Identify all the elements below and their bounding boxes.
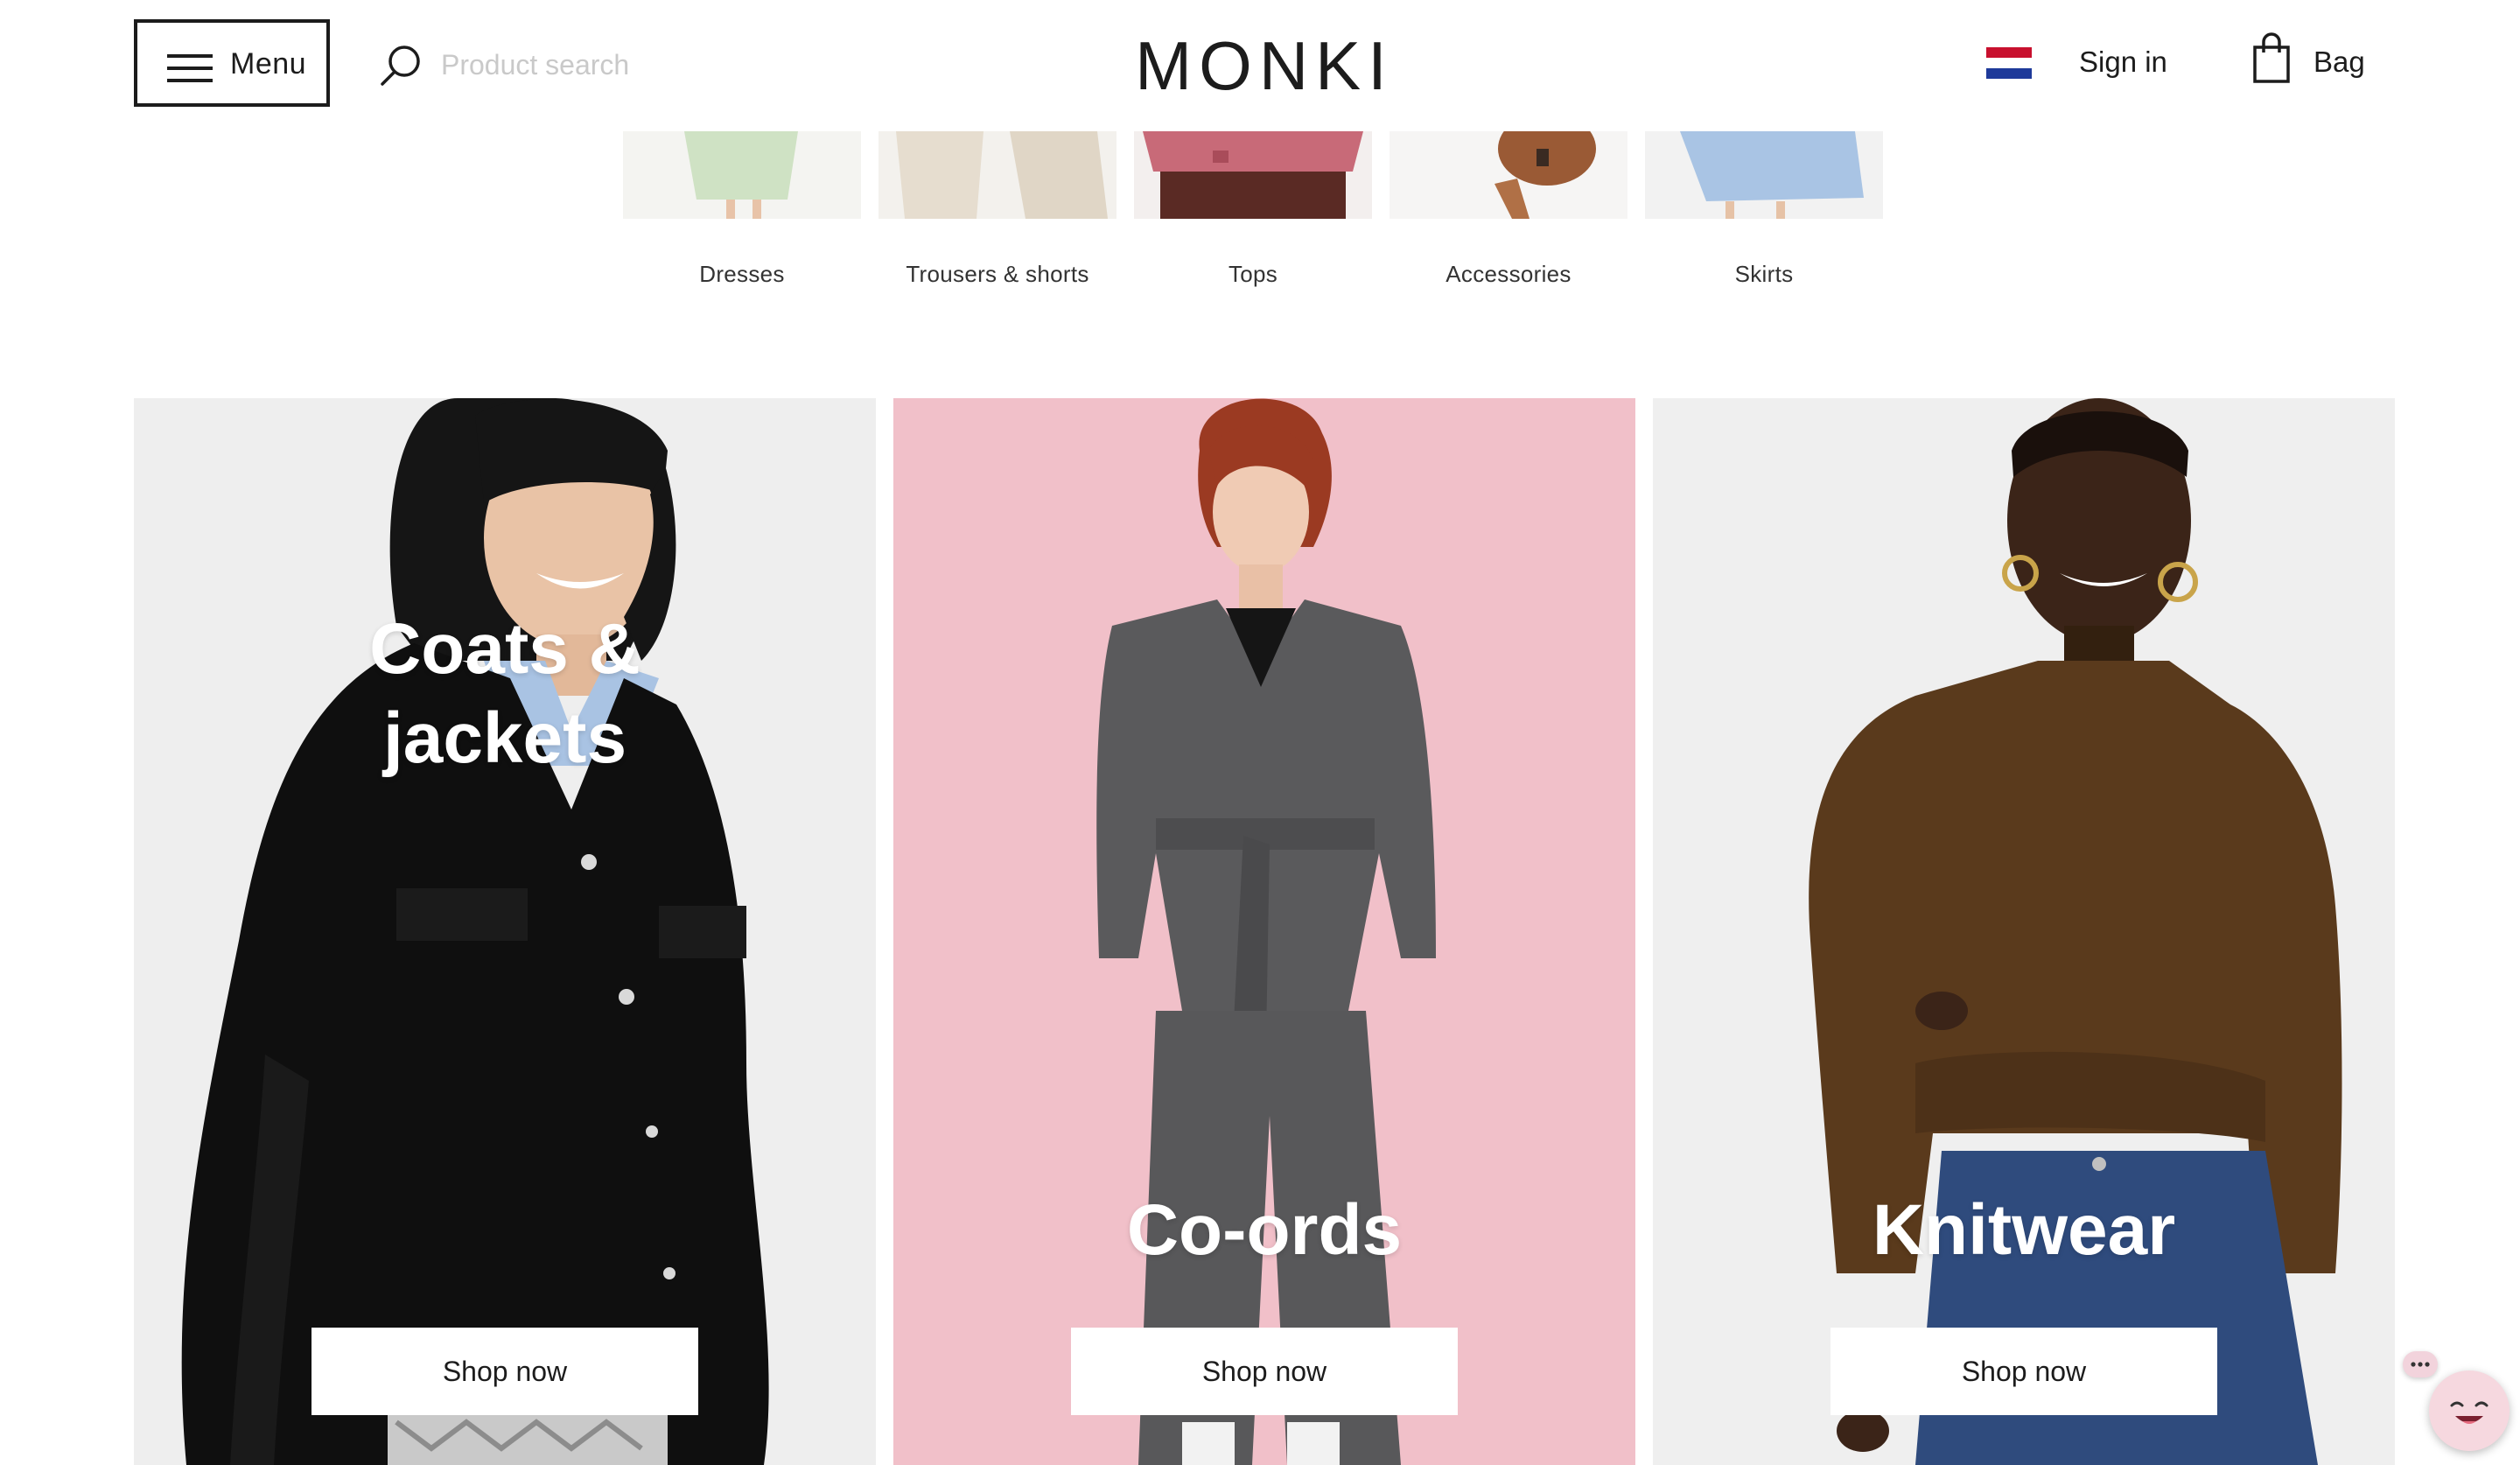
sign-in-link[interactable]: Sign in: [2079, 46, 2167, 79]
country-flag-icon[interactable]: [1986, 47, 2032, 79]
shop-now-button[interactable]: Shop now: [1830, 1328, 2217, 1415]
site-header: Menu MONKI Sign in Bag: [0, 0, 2520, 131]
tile-title-line1: Coats &: [369, 609, 640, 689]
category-image: [878, 131, 1116, 219]
category-image: [1645, 131, 1883, 219]
tile-title-line2: Co-ords: [1126, 1190, 1403, 1270]
category-trousers-shorts[interactable]: Trousers & shorts: [878, 131, 1116, 287]
hamburger-icon: [167, 54, 213, 82]
promo-tile-knitwear[interactable]: Knitwear Shop now: [1653, 398, 2395, 1465]
category-image: [1390, 131, 1628, 219]
site-logo[interactable]: MONKI: [1135, 26, 1394, 105]
model-photo: [893, 398, 1635, 1465]
search-input[interactable]: [439, 47, 740, 82]
logo-text: MONKI: [1135, 26, 1394, 104]
search-bar: [378, 39, 740, 91]
model-photo: [134, 398, 876, 1465]
shop-now-button[interactable]: Shop now: [312, 1328, 698, 1415]
tile-title-line2: Knitwear: [1872, 1190, 2176, 1270]
menu-button[interactable]: Menu: [134, 19, 330, 107]
bag-link[interactable]: Bag: [2314, 46, 2365, 79]
category-image: [623, 131, 861, 219]
shop-now-button[interactable]: Shop now: [1071, 1328, 1458, 1415]
category-dresses[interactable]: Dresses: [623, 131, 861, 287]
page: Menu MONKI Sign in Bag: [0, 0, 2520, 1465]
category-tops[interactable]: Tops: [1134, 131, 1372, 287]
chat-smiley-icon[interactable]: [2429, 1370, 2510, 1451]
promo-tile-coats-jackets[interactable]: Coats & jackets Shop now: [134, 398, 876, 1465]
menu-label: Menu: [230, 47, 307, 81]
tile-title: Coats & jackets: [134, 605, 876, 783]
category-strip: Dresses Trousers & shorts Tops Accessori…: [0, 131, 2520, 306]
tile-title-line2: jackets: [382, 698, 627, 778]
bag-icon[interactable]: [2252, 32, 2291, 84]
model-photo: [1653, 398, 2395, 1465]
category-image: [1134, 131, 1372, 219]
search-icon[interactable]: [378, 42, 424, 88]
category-skirts[interactable]: Skirts: [1645, 131, 1883, 287]
category-label: Skirts: [1734, 261, 1794, 287]
tile-title: Knitwear: [1653, 1186, 2395, 1275]
promo-tile-co-ords[interactable]: Co-ords Shop now: [893, 398, 1635, 1465]
tile-title: Co-ords: [893, 1186, 1635, 1275]
category-accessories[interactable]: Accessories: [1390, 131, 1628, 287]
